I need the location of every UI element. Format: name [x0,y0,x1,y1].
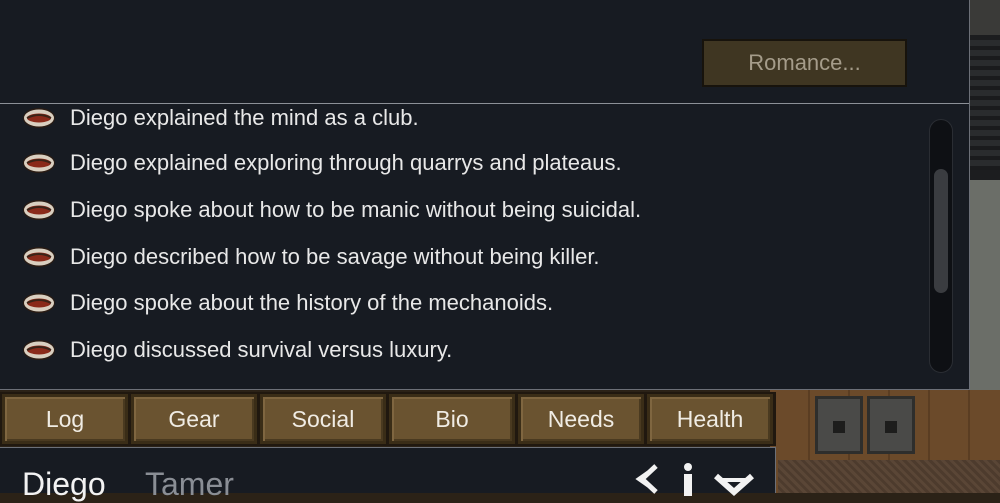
panel-divider [0,103,969,104]
chat-mouth-icon [23,293,55,313]
log-entry-text: Diego discussed survival versus luxury. [70,337,453,362]
chat-mouth-icon [23,108,55,128]
map-background-top [970,0,1000,390]
list-item: Diego explained exploring through quarry… [22,140,622,186]
chat-mouth-icon [23,153,55,173]
floor-carpet [778,460,1000,493]
list-item: Diego explained the mind as a club. [22,105,419,141]
door [867,396,915,454]
collapse-icon[interactable] [712,462,756,496]
rename-icon[interactable] [634,462,662,496]
list-item: Diego spoke about how to be manic withou… [22,187,641,233]
list-item: Diego spoke about the history of the mec… [22,280,553,326]
map-background-floor [770,390,1000,493]
chat-mouth-icon [23,247,55,267]
list-item: Diego discussed survival versus luxury. [22,327,452,373]
tab-bio[interactable]: Bio [389,394,515,444]
pawn-title: Tamer [145,466,234,502]
log-scrollbar-thumb[interactable] [934,169,948,293]
tab-health[interactable]: Health [647,394,773,444]
log-entry-text: Diego spoke about the history of the mec… [70,290,554,315]
log-entry-text: Diego explained the mind as a club. [70,105,419,130]
log-entry-text: Diego spoke about how to be manic withou… [70,197,642,222]
social-panel: Romance... Diego explained the mind as a… [0,0,970,390]
chat-mouth-icon [23,340,55,360]
chat-mouth-icon [23,200,55,220]
tab-social[interactable]: Social [260,394,386,444]
info-icon[interactable] [676,462,700,496]
log-scrollbar[interactable] [929,119,953,373]
log-entry-text: Diego explained exploring through quarry… [70,150,622,175]
interaction-log-list: Diego explained the mind as a club. Dieg… [0,105,920,375]
inspect-tab-bar: Log Gear Social Bio Needs Health [0,392,776,446]
pawn-inspect-pane: Diego Tamer [0,447,776,502]
romance-button[interactable]: Romance... [702,39,907,87]
pawn-name: Diego [22,466,106,502]
list-item: Diego described how to be savage without… [22,234,600,280]
tab-needs[interactable]: Needs [518,394,644,444]
log-entry-text: Diego described how to be savage without… [70,244,600,269]
tab-gear[interactable]: Gear [131,394,257,444]
door [815,396,863,454]
tab-log[interactable]: Log [2,394,128,444]
